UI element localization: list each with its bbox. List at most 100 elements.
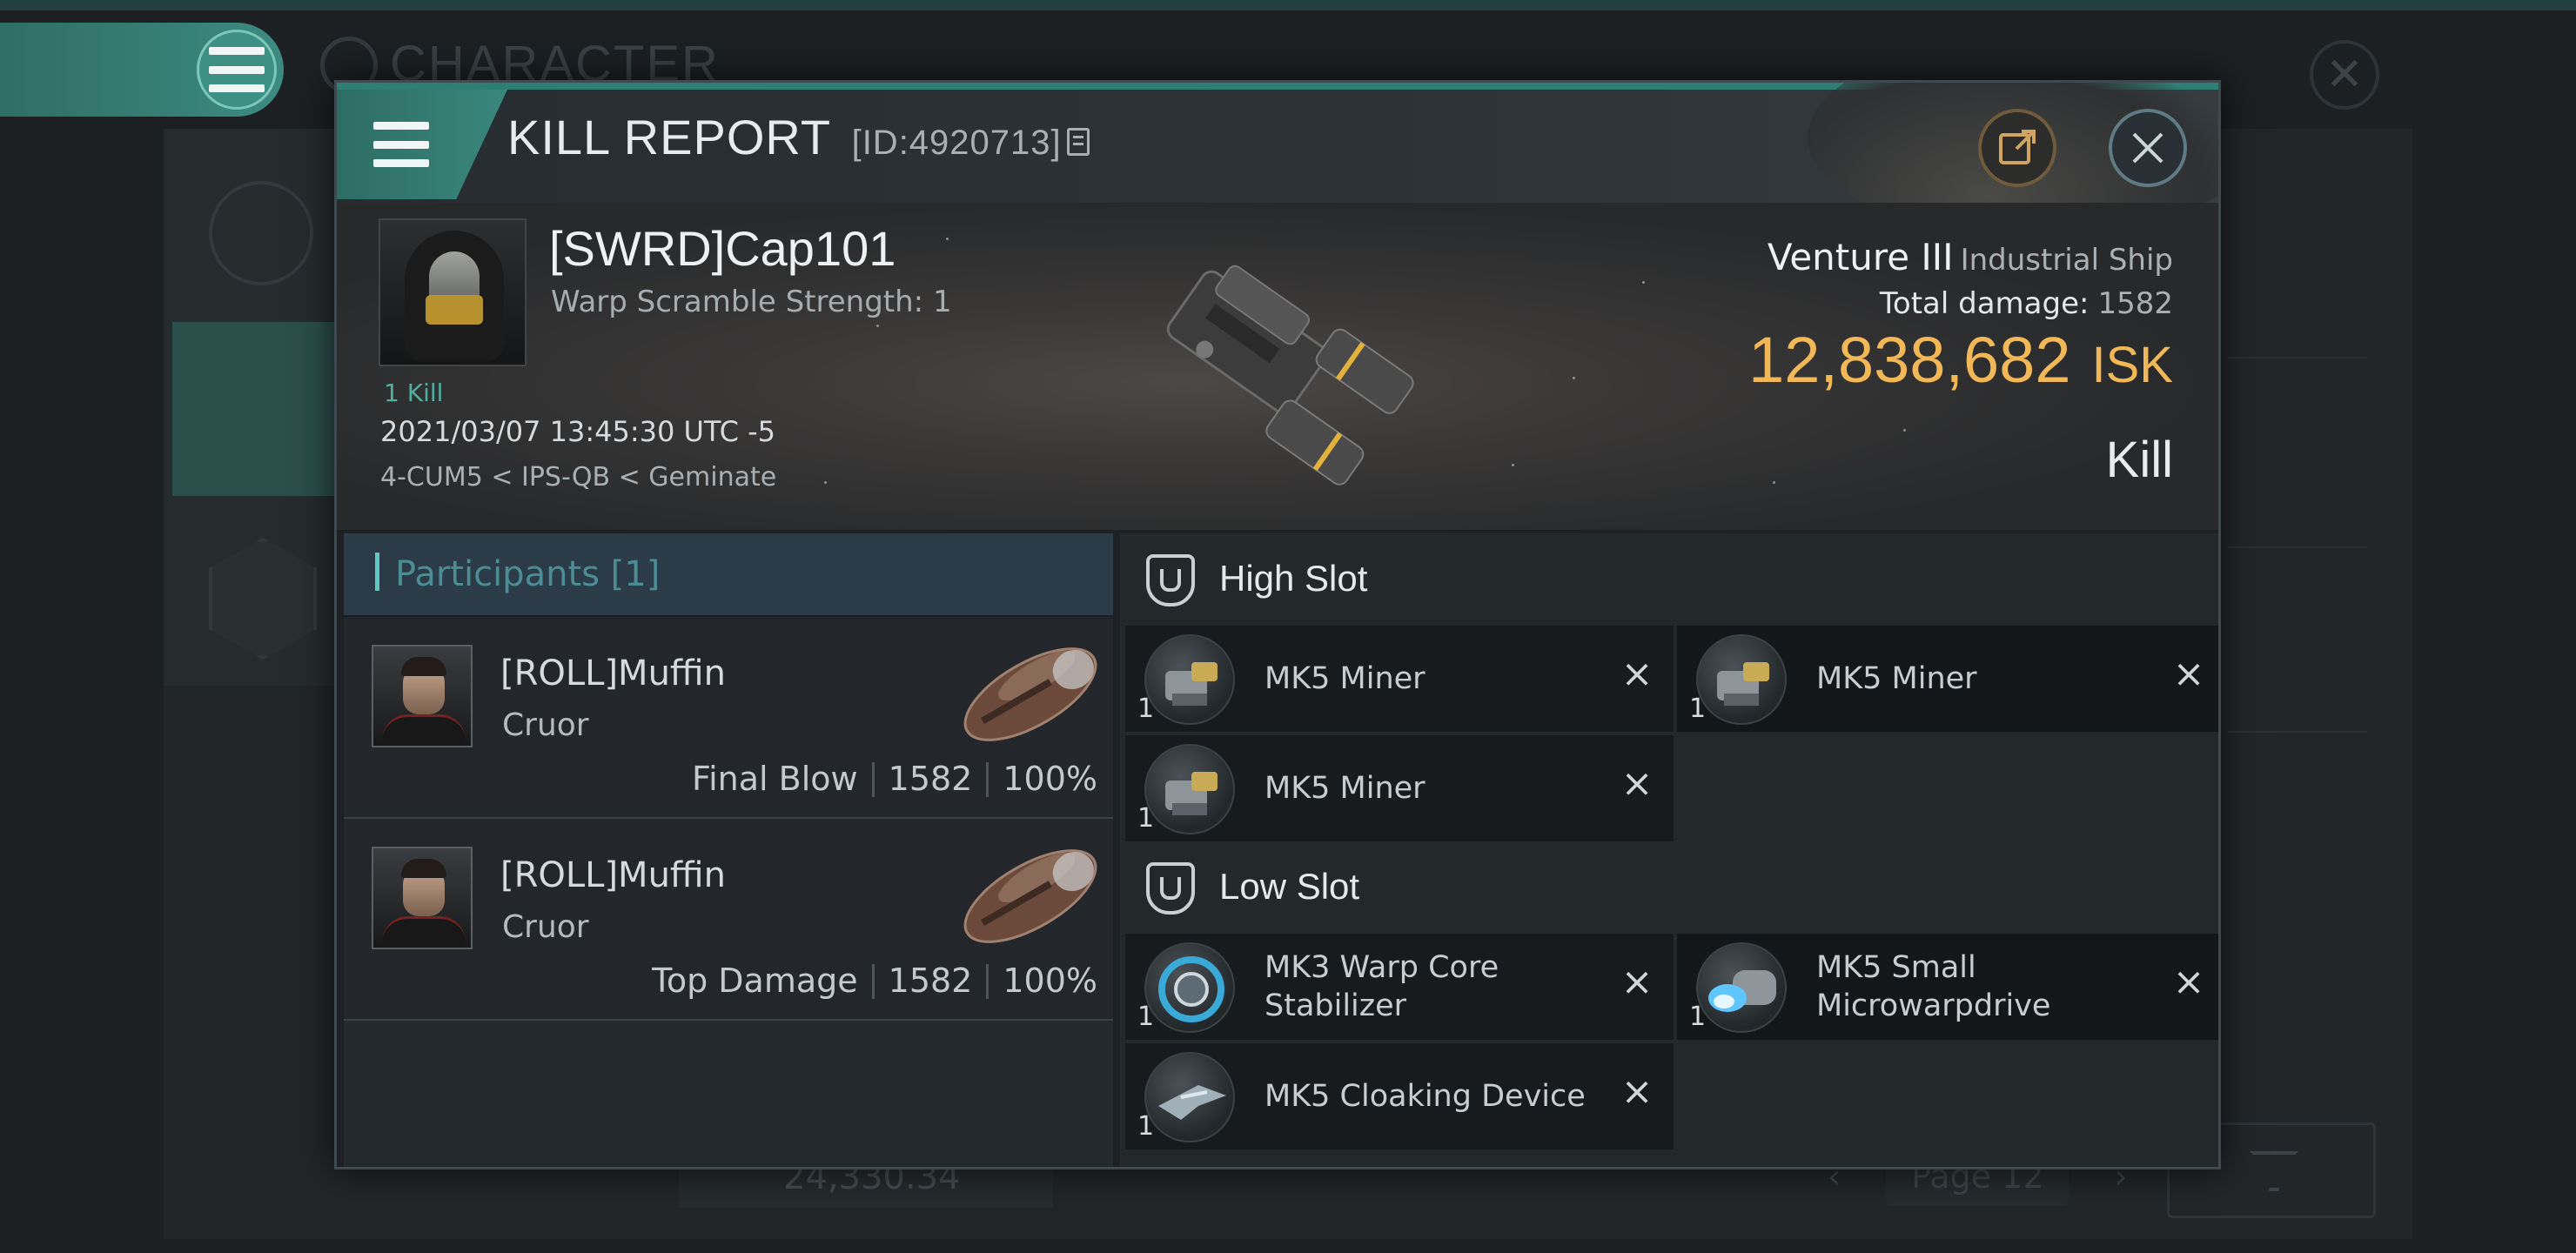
victim-name[interactable]: [SWRD]Cap101 xyxy=(549,220,896,277)
destroyed-icon: × xyxy=(1620,652,1654,696)
participant-name: [ROLL]Muffin xyxy=(500,855,726,895)
kill-result-label: Kill xyxy=(2105,432,2173,488)
background-sidebar xyxy=(164,129,334,686)
main-menu-button[interactable] xyxy=(0,23,284,117)
high-slot-header: High Slot xyxy=(1120,533,2218,626)
participant-stats: Final Blow 1582 100% xyxy=(692,760,1097,798)
module-name: MK5 Miner xyxy=(1816,661,1977,696)
destroyed-icon: × xyxy=(1620,761,1654,806)
participant-role: Top Damage xyxy=(652,962,858,1000)
module-quantity: 1 xyxy=(1137,1111,1155,1142)
module-quantity: 1 xyxy=(1689,1002,1707,1032)
isk-unit: ISK xyxy=(2091,337,2174,393)
kill-location[interactable]: 4-CUM5 < IPS-QB < Geminate xyxy=(380,462,776,492)
participants-panel: Participants [1] [ROLL]Muffin Cruor Fina… xyxy=(344,533,1113,1167)
participants-header[interactable]: Participants [1] xyxy=(344,533,1113,617)
module-name: MK5 Small Microwarpdrive xyxy=(1816,950,2051,1023)
high-slot-title: High Slot xyxy=(1219,558,1368,599)
isk-value: 12,838,682 ISK xyxy=(1748,323,2173,397)
participant-damage: 1582 xyxy=(888,962,973,1000)
module-item[interactable]: 1 MK5 Small Microwarpdrive × xyxy=(1677,934,2218,1040)
close-icon xyxy=(2132,132,2163,164)
victim-summary: [SWRD]Cap101 Warp Scramble Strength: 1 1… xyxy=(337,203,2218,530)
destroyed-icon: × xyxy=(2172,960,2205,1004)
star-tab-icon[interactable] xyxy=(209,538,317,660)
participant-ship: Cruor xyxy=(502,707,589,743)
total-damage: Total damage: 1582 xyxy=(1880,286,2173,321)
module-name: MK5 Miner xyxy=(1265,661,1426,696)
participants-header-text: Participants [1] xyxy=(395,554,661,594)
module-item[interactable]: 1 MK5 Miner × xyxy=(1125,735,1674,841)
victim-ship-class: Industrial Ship xyxy=(1960,243,2173,278)
participant-ship-image xyxy=(963,849,1097,943)
module-item[interactable]: 1 MK3 Warp Core Stabilizer × xyxy=(1125,934,1674,1040)
module-quantity: 1 xyxy=(1689,694,1707,724)
module-quantity: 1 xyxy=(1137,1002,1155,1032)
kill-report-dialog: KILL REPORT [ID:4920713] [SWRD]Cap101 Wa… xyxy=(334,80,2221,1169)
background-close-icon[interactable]: ✕ xyxy=(2310,40,2379,110)
bg-row-divider xyxy=(2228,731,2367,733)
participant-stats: Top Damage 1582 100% xyxy=(652,962,1097,1000)
fittings-panel: High Slot 1 MK5 Miner × 1 MK5 Miner × 1 … xyxy=(1120,533,2218,1167)
participant-name: [ROLL]Muffin xyxy=(500,653,726,694)
menu-icon xyxy=(197,30,277,110)
next-slot-header xyxy=(1120,1149,2218,1167)
participant-row[interactable]: [ROLL]Muffin Cruor Final Blow 1582 100% xyxy=(344,617,1113,819)
kill-report-id: [ID:4920713] xyxy=(851,124,1062,162)
module-name: MK5 Miner xyxy=(1265,771,1426,806)
victim-ship[interactable]: Venture III Industrial Ship xyxy=(1768,236,2173,278)
participant-percent: 100% xyxy=(1003,962,1097,1000)
participant-percent: 100% xyxy=(1003,760,1097,798)
total-damage-label: Total damage: xyxy=(1879,286,2090,321)
combat-tab-icon[interactable] xyxy=(172,322,334,496)
miner-icon xyxy=(1144,634,1235,725)
module-name: MK5 Cloaking Device xyxy=(1265,1079,1586,1114)
victim-ship-name: Venture III xyxy=(1767,236,1954,278)
victim-ship-image xyxy=(1166,265,1414,486)
avatar xyxy=(372,645,473,747)
kills-tag: 1 Kill xyxy=(384,379,444,407)
high-slot-modules: 1 MK5 Miner × 1 MK5 Miner × 1 MK5 Miner … xyxy=(1120,626,2218,841)
participant-ship-image xyxy=(963,647,1097,741)
destroyed-icon: × xyxy=(1620,1069,1654,1114)
destroyed-icon: × xyxy=(2172,652,2205,696)
participant-row[interactable]: [ROLL]Muffin Cruor Top Damage 1582 100% xyxy=(344,819,1113,1021)
module-quantity: 1 xyxy=(1137,803,1155,834)
module-item[interactable]: 1 MK5 Cloaking Device × xyxy=(1125,1043,1674,1149)
dialog-menu-button[interactable] xyxy=(337,90,507,199)
module-item[interactable]: 1 MK5 Miner × xyxy=(1125,626,1674,732)
miner-icon xyxy=(1144,744,1235,834)
low-slot-modules: 1 MK3 Warp Core Stabilizer × 1 MK5 Small… xyxy=(1120,934,2218,1149)
module-item[interactable]: 1 MK5 Miner × xyxy=(1677,626,2218,732)
dialog-header: KILL REPORT [ID:4920713] xyxy=(337,83,2218,238)
avatar xyxy=(372,847,473,949)
isk-amount: 12,838,682 xyxy=(1748,324,2071,396)
module-name: MK3 Warp Core Stabilizer xyxy=(1265,950,1499,1023)
close-button[interactable] xyxy=(2109,109,2187,187)
share-icon xyxy=(1999,130,2036,164)
destroyed-icon: × xyxy=(1620,960,1654,1004)
bg-row-divider xyxy=(2228,546,2367,548)
participant-role: Final Blow xyxy=(692,760,858,798)
participant-damage: 1582 xyxy=(888,760,973,798)
copy-icon[interactable] xyxy=(1066,128,1090,156)
low-slot-title: Low Slot xyxy=(1219,866,1360,907)
top-strip xyxy=(0,0,2576,10)
warp-scramble-strength: Warp Scramble Strength: 1 xyxy=(551,285,952,319)
low-slot-icon xyxy=(1146,862,1195,915)
kill-time: 2021/03/07 13:45:30 UTC -5 xyxy=(380,415,776,448)
share-button[interactable] xyxy=(1978,109,2056,187)
microwarpdrive-icon xyxy=(1696,942,1787,1033)
list-tab-icon[interactable] xyxy=(209,181,313,285)
total-damage-value: 1582 xyxy=(2097,286,2173,321)
participant-ship: Cruor xyxy=(502,909,589,945)
low-slot-header: Low Slot xyxy=(1120,841,2218,934)
module-quantity: 1 xyxy=(1137,694,1155,724)
menu-icon xyxy=(373,122,429,167)
victim-portrait[interactable] xyxy=(379,218,527,366)
filter-icon xyxy=(2250,1151,2298,1191)
cloaking-device-icon xyxy=(1144,1052,1235,1142)
dialog-title: KILL REPORT [ID:4920713] xyxy=(507,109,1090,165)
warp-core-stabilizer-icon xyxy=(1144,942,1235,1033)
dialog-title-text: KILL REPORT xyxy=(507,110,831,164)
